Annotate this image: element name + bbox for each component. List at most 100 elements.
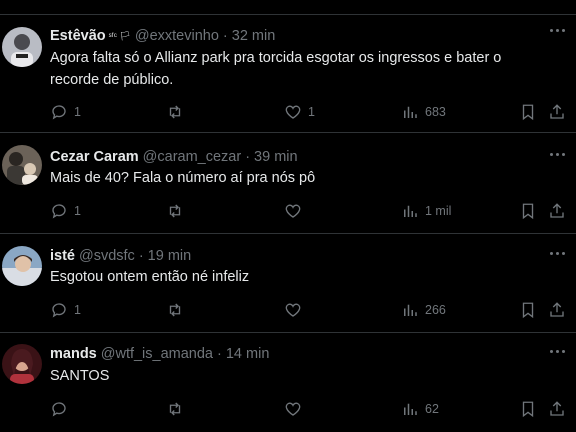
tweet[interactable]: Estêvão ˢᶠᶜ 🏳 @exxtevinho · 32 min Agora fa… xyxy=(0,14,576,133)
display-name[interactable]: Cezar Caram xyxy=(50,149,139,165)
tweet-text: Agora falta só o Allianz park pra torcid… xyxy=(50,47,501,91)
display-name[interactable]: isté xyxy=(50,248,75,264)
reply-icon xyxy=(52,105,66,120)
tweet-text-line: recorde de público. xyxy=(50,72,174,88)
reply-button[interactable]: 1 xyxy=(50,102,81,122)
avatar[interactable] xyxy=(2,344,42,384)
like-button[interactable] xyxy=(284,300,308,320)
views-icon xyxy=(404,106,417,118)
avatar[interactable] xyxy=(2,145,42,185)
avatar[interactable] xyxy=(2,27,42,67)
views-count: 62 xyxy=(425,402,439,416)
more-icon[interactable] xyxy=(550,29,566,35)
tweet-text: Esgotou ontem então né infeliz xyxy=(50,266,249,288)
tweet-actions: 1 266 xyxy=(0,300,576,320)
views-count: 683 xyxy=(425,105,446,119)
bookmark-button[interactable] xyxy=(519,201,537,221)
tweet-text-line: Esgotou ontem então né infeliz xyxy=(50,269,250,285)
views-icon xyxy=(404,304,417,316)
like-button[interactable] xyxy=(284,201,308,221)
heart-icon xyxy=(285,303,301,317)
bookmark-button[interactable] xyxy=(519,102,537,122)
tweet-header: Estêvão ˢᶠᶜ 🏳 @exxtevinho · 32 min xyxy=(50,27,275,45)
tweet-text-line: Mais de 40? Fala o número aí pra nós pô xyxy=(50,170,316,186)
timestamp[interactable]: · 19 min xyxy=(139,248,191,264)
reply-count: 1 xyxy=(74,105,81,119)
share-icon xyxy=(550,401,564,416)
more-icon[interactable] xyxy=(550,350,566,356)
handle[interactable]: @caram_cezar xyxy=(143,149,242,165)
tweet[interactable]: isté @svdsfc · 19 min Esgotou ontem então … xyxy=(0,234,576,333)
views-button[interactable]: 266 xyxy=(401,300,446,320)
retweet-icon xyxy=(169,303,181,317)
tweet-header: isté @svdsfc · 19 min xyxy=(50,247,191,265)
bookmark-button[interactable] xyxy=(519,399,537,419)
tweet-header: mands @wtf_is_amanda · 14 min xyxy=(50,345,269,363)
views-count: 266 xyxy=(425,303,446,317)
like-button[interactable]: 1 xyxy=(284,102,315,122)
views-button[interactable]: 62 xyxy=(401,399,439,419)
share-icon xyxy=(550,203,564,218)
retweet-button[interactable] xyxy=(166,300,190,320)
timestamp[interactable]: · 32 min xyxy=(223,28,275,44)
handle[interactable]: @wtf_is_amanda xyxy=(101,346,213,362)
tweet-text-line: SANTOS xyxy=(50,368,110,384)
retweet-button[interactable] xyxy=(166,399,190,419)
tweet-text-line: Agora falta só o Allianz park pra torcid… xyxy=(50,50,502,66)
bookmark-icon xyxy=(522,104,534,121)
heart-icon xyxy=(285,402,301,416)
views-button[interactable]: 683 xyxy=(401,102,446,122)
display-name[interactable]: Estêvão xyxy=(50,28,106,44)
bookmark-icon xyxy=(522,302,534,319)
views-button[interactable]: 1 mil xyxy=(401,201,451,221)
retweet-icon xyxy=(169,204,181,218)
retweet-icon xyxy=(169,402,181,416)
top-divider xyxy=(0,0,576,15)
reply-count: 1 xyxy=(74,204,81,218)
tweet[interactable]: mands @wtf_is_amanda · 14 min SANTOS 62 xyxy=(0,333,576,432)
reply-icon xyxy=(52,204,66,219)
share-button[interactable] xyxy=(548,102,566,122)
reply-button[interactable]: 1 xyxy=(50,201,81,221)
bookmark-icon xyxy=(522,401,534,418)
share-button[interactable] xyxy=(548,399,566,419)
reply-icon xyxy=(52,402,66,417)
bookmark-button[interactable] xyxy=(519,300,537,320)
avatar[interactable] xyxy=(2,246,42,286)
share-icon xyxy=(550,302,564,317)
like-count: 1 xyxy=(308,105,315,119)
reply-icon xyxy=(52,303,66,318)
share-button[interactable] xyxy=(548,300,566,320)
more-icon[interactable] xyxy=(550,252,566,258)
views-icon xyxy=(404,205,417,217)
tweet-actions: 1 1 mil xyxy=(0,201,576,221)
tweet-actions: 1 1 683 xyxy=(0,102,576,122)
retweet-icon xyxy=(169,105,181,119)
views-count: 1 mil xyxy=(425,204,452,218)
tweet-actions: 62 xyxy=(0,399,576,419)
tweet-text: Mais de 40? Fala o número aí pra nós pô xyxy=(50,167,315,189)
bookmark-icon xyxy=(522,203,534,220)
timestamp[interactable]: · 39 min xyxy=(245,149,297,165)
name-badges: ˢᶠᶜ 🏳 xyxy=(108,31,131,41)
display-name[interactable]: mands xyxy=(50,346,97,362)
views-icon xyxy=(404,403,417,415)
reply-button[interactable] xyxy=(50,399,74,419)
tweet[interactable]: Cezar Caram @caram_cezar · 39 min Mais de … xyxy=(0,133,576,234)
handle[interactable]: @exxtevinho xyxy=(135,28,219,44)
share-icon xyxy=(550,104,564,119)
retweet-button[interactable] xyxy=(166,102,190,122)
more-icon[interactable] xyxy=(550,153,566,159)
tweet-text: SANTOS xyxy=(50,365,109,387)
reply-button[interactable]: 1 xyxy=(50,300,81,320)
handle[interactable]: @svdsfc xyxy=(79,248,135,264)
timestamp[interactable]: · 14 min xyxy=(217,346,269,362)
retweet-button[interactable] xyxy=(166,201,190,221)
reply-thread: Estêvão ˢᶠᶜ 🏳 @exxtevinho · 32 min Agora fa… xyxy=(0,0,576,432)
share-button[interactable] xyxy=(548,201,566,221)
heart-icon xyxy=(285,204,301,218)
tweet-header: Cezar Caram @caram_cezar · 39 min xyxy=(50,148,298,166)
reply-count: 1 xyxy=(74,303,81,317)
heart-icon xyxy=(285,105,301,119)
like-button[interactable] xyxy=(284,399,308,419)
